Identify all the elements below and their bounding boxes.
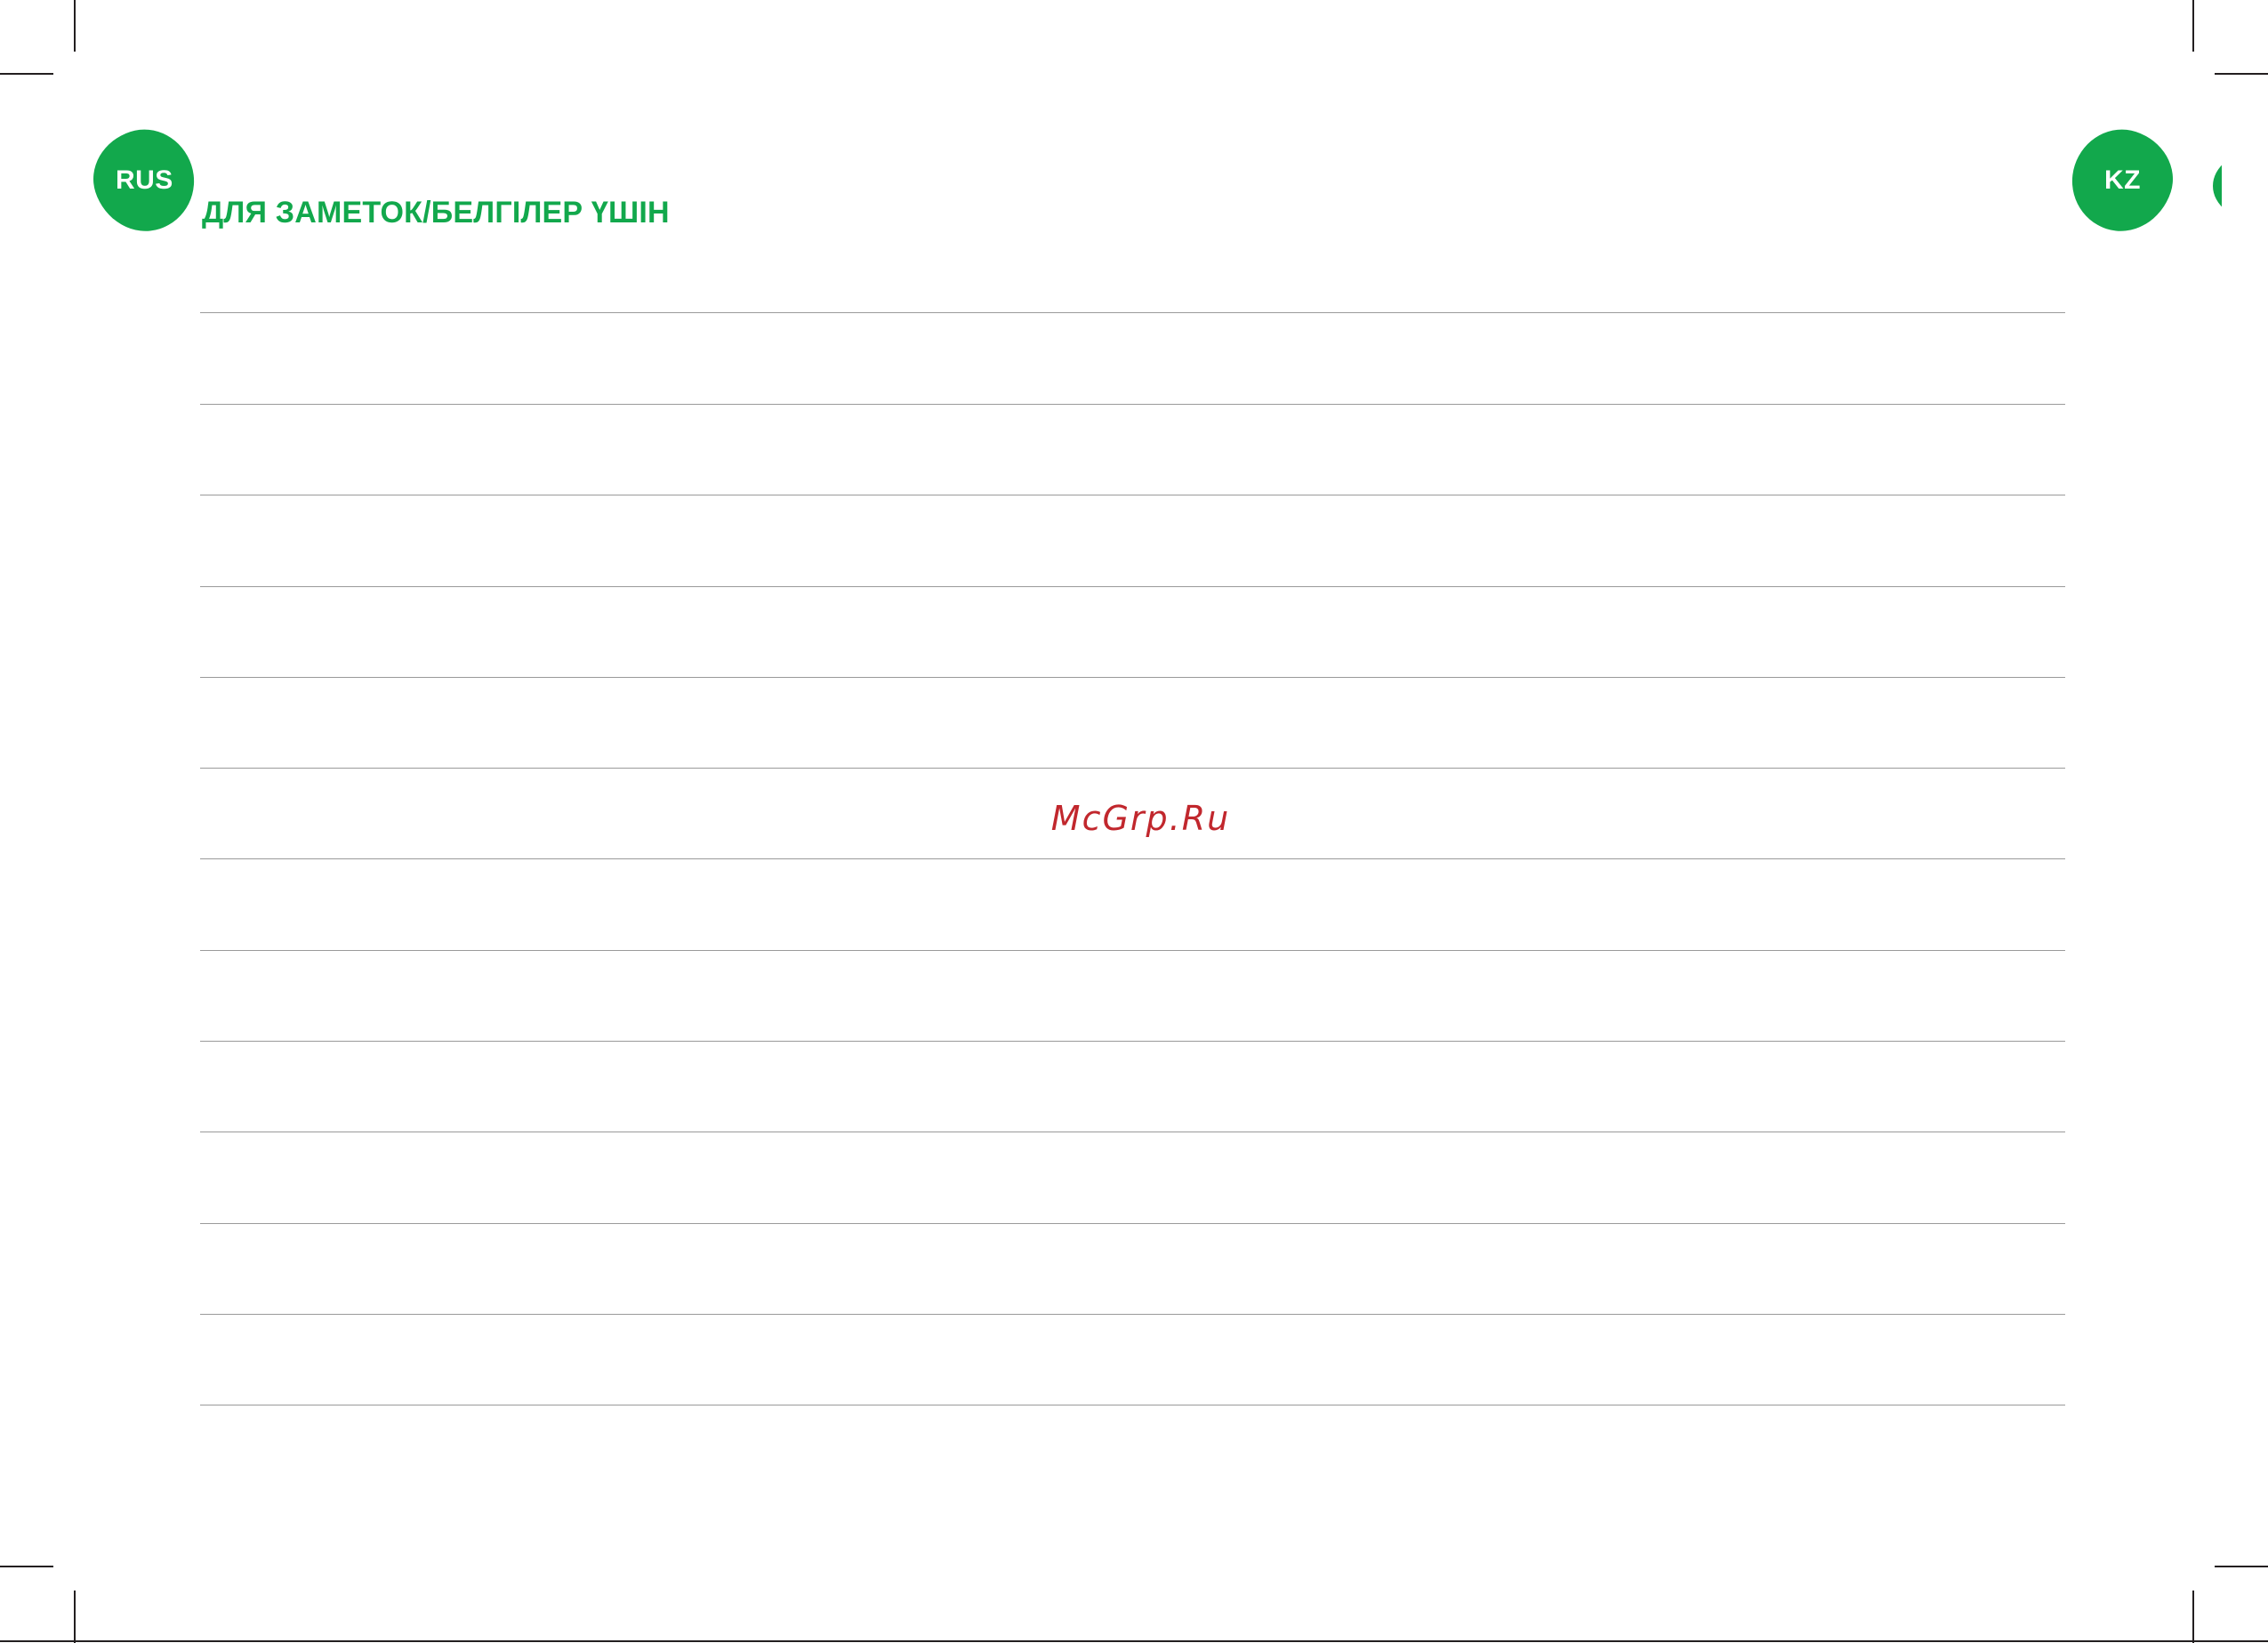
language-badge-kz-label: KZ — [2103, 165, 2141, 195]
crop-mark-top-right-vertical — [2192, 0, 2194, 52]
language-badge-rus: RUS — [81, 117, 207, 245]
ruled-line — [200, 768, 2065, 769]
ruled-line — [200, 1314, 2065, 1315]
crop-mark-top-right-horizontal — [2215, 73, 2268, 75]
ruled-line — [200, 312, 2065, 313]
ruled-line — [200, 586, 2065, 587]
ruled-line — [200, 1223, 2065, 1224]
ruled-line — [200, 677, 2065, 678]
language-badge-rus-label: RUS — [115, 165, 173, 195]
crop-mark-bottom-right-horizontal — [2215, 1566, 2268, 1567]
crop-mark-bottom-left-vertical — [74, 1591, 76, 1643]
watermark-text: McGrp.Ru — [1050, 799, 1231, 838]
crop-mark-top-left-vertical — [74, 0, 76, 52]
crop-mark-bottom-right-vertical — [2192, 1591, 2194, 1643]
ruled-line — [200, 404, 2065, 405]
language-badge-kz: KZ — [2059, 117, 2185, 245]
page-bottom-edge — [0, 1640, 2268, 1642]
crop-mark-bottom-left-horizontal — [0, 1566, 53, 1567]
ruled-line — [200, 950, 2065, 951]
crop-mark-top-left-horizontal — [0, 73, 53, 75]
ruled-line — [200, 1041, 2065, 1042]
language-badge-partial-edge — [2213, 151, 2222, 221]
page-title: ДЛЯ ЗАМЕТОК/БЕЛГІЛЕР ҮШІН — [202, 196, 670, 230]
ruled-line — [200, 858, 2065, 859]
notes-page: RUS KZ ДЛЯ ЗАМЕТОК/БЕЛГІЛЕР ҮШІН McGrp.R… — [0, 0, 2268, 1643]
